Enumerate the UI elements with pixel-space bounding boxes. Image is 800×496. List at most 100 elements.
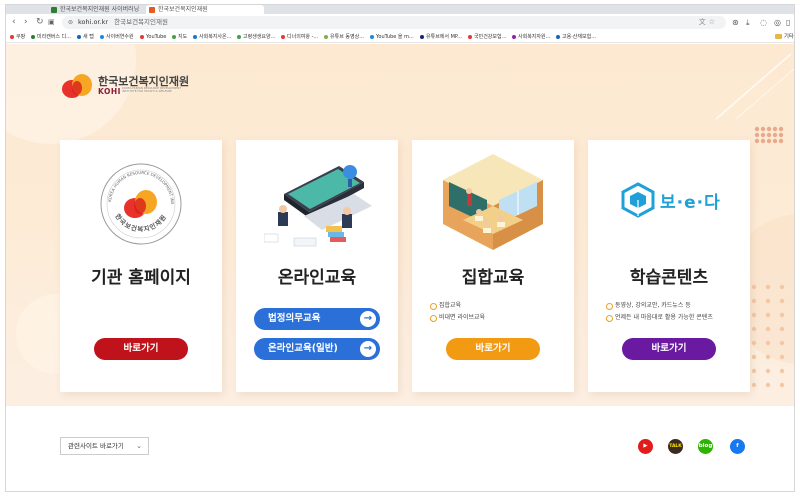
decorative-dot [751,284,757,290]
bookmark-favicon-icon [512,35,516,39]
kohi-logo[interactable]: 한국보건복지인재원 KOHI KOREA HUMAN RESOURCE DEVE… [60,71,200,101]
bookmark-item[interactable]: 사회복지사온... [193,32,231,42]
browser-window: 한국보건복지인재원 사이버러닝 한국보건복지인재원 ‹ › ↻ ▣ ⊜ kohi… [5,4,795,492]
bookmark-item[interactable]: 고용·산재보험... [556,32,596,42]
bookmark-item[interactable]: 미리캔버스 디... [31,32,71,42]
bookmark-favicon-icon [10,35,14,39]
bookmark-item[interactable]: 고령생생요양... [237,32,275,42]
decorative-dot [760,126,766,132]
bookmark-folder-other[interactable]: 기타 [774,32,794,42]
reload-icon[interactable]: ↻ [36,17,44,27]
decorative-dot [766,126,772,132]
decorative-dot [772,132,778,138]
blog-icon[interactable]: blog [698,439,713,454]
decorative-dot [779,312,785,318]
chat-icon[interactable]: ◌ [760,18,767,27]
bookmark-item[interactable]: YouTube [140,32,166,42]
list-item: 언제든 내 마음대로 활용 가능한 콘텐츠 [606,312,746,324]
decorative-dot [778,126,784,132]
bookmark-label: 고용·산재보험... [562,34,596,40]
facebook-icon[interactable]: f [730,439,745,454]
arrow-right-icon: → [360,311,376,327]
extensions-icon[interactable]: ⊛ [732,18,739,27]
decorative-dot [751,312,757,318]
decorative-dot [779,340,785,346]
decorative-dot [778,138,784,144]
bookmark-label: 미리캔버스 디... [37,34,71,40]
bo-e-da-cube-icon [621,182,655,218]
decorative-dot [751,354,757,360]
decorative-dot [778,132,784,138]
decorative-dot [779,382,785,388]
bookmark-label: 지도 [178,34,188,40]
download-icon[interactable]: ⤓ [746,18,750,27]
bookmark-item[interactable]: 새 탭 [77,32,94,42]
decorative-dot [779,298,785,304]
decorative-dot [779,326,785,332]
bookmark-favicon-icon [370,35,374,39]
hero-section: 한국보건복지인재원 KOHI KOREA HUMAN RESOURCE DEVE… [6,44,794,406]
bookmark-item[interactable]: 유튜브 동영상... [324,32,364,42]
kohi-seal-icon: KOREA HUMAN RESOURCE DEVELOPMENT INSTITU… [99,162,182,245]
sidebar-icon[interactable]: ▯ [786,18,790,27]
url-input[interactable]: ⊜ kohi.or.kr 한국보건복지인재원 文☆ [62,16,726,29]
decorative-dot [765,354,771,360]
decorative-dot [779,284,785,290]
decorative-lines [715,53,794,120]
related-sites-select[interactable]: 관련사이트 바로가기 ⌄ [60,437,149,455]
bookmark-item[interactable]: 사회복지자원... [512,32,550,42]
bookmark-item[interactable]: 쿠팡 [10,32,25,42]
bookmark-label: 사회복지사온... [199,34,232,40]
decorative-dot [754,138,760,144]
browser-tab-active[interactable]: 한국보건복지인재원 [146,5,264,14]
profile-icon[interactable]: ◎ [774,18,781,27]
group-go-button[interactable]: 바로가기 [446,338,540,360]
decorative-dot [765,382,771,388]
tab-label: 한국보건복지인재원 [158,6,208,13]
list-item: 비대면 라이브교육 [430,312,570,324]
site-info-icon[interactable]: ⊜ [68,16,73,29]
translate-bookmark-icons[interactable]: 文☆ [699,16,718,29]
bookmark-label: 새 탭 [83,34,94,40]
decorative-dot [754,126,760,132]
bookmark-item[interactable]: 유튜브에서 MP... [420,32,462,42]
back-icon[interactable]: ‹ [12,17,16,27]
related-sites-label: 관련사이트 바로가기 [68,442,124,450]
bookmarks-bar: 기타 쿠팡 미리캔버스 디... 새 탭 사이버연수원 YouTube 지도 사회복지사온.… [6,31,794,43]
logo-abbr: KOHI [98,87,121,96]
homepage-go-button[interactable]: 바로가기 [94,338,188,360]
card-title: 온라인교육 [277,268,357,288]
url-text: kohi.or.kr [78,18,109,26]
bookmark-favicon-icon [172,35,176,39]
forward-icon[interactable]: › [24,17,28,27]
bookmark-item[interactable]: 국민건강보험... [468,32,506,42]
bookmark-label: 사회복지자원... [518,34,551,40]
card-online: 온라인교육 법정의무교육 → 온라인교육(일반) → [236,140,398,392]
decorative-dot [766,138,772,144]
tab-favicon-icon [51,7,57,13]
bookmark-item[interactable]: YouTube 을 m... [370,32,414,42]
bookmark-label: 디너의여왕 -... [287,34,319,40]
decorative-dot [751,340,757,346]
bookmark-label: 국민건강보험... [474,34,507,40]
browser-tab[interactable]: 한국보건복지인재원 사이버러닝 [48,5,140,14]
group-bullet-list: 집합교육 비대면 라이브교육 [430,300,570,324]
kakao-talk-icon[interactable]: TALK [668,439,683,454]
bookmark-favicon-icon [193,35,197,39]
card-homepage: KOREA HUMAN RESOURCE DEVELOPMENT INSTITU… [60,140,222,392]
decorative-dot [751,326,757,332]
mandatory-education-button[interactable]: 법정의무교육 → [254,308,380,330]
online-general-button[interactable]: 온라인교육(일반) → [254,338,380,360]
bookmark-favicon-icon [420,35,424,39]
chevron-down-icon: ⌄ [136,442,142,450]
bookmark-item[interactable]: 사이버연수원 [100,32,134,42]
bookmark-favicon-icon [556,35,560,39]
tab-search-icon[interactable]: ▣ [48,17,55,27]
tab-strip: 한국보건복지인재원 사이버러닝 한국보건복지인재원 [6,5,794,14]
bookmark-item[interactable]: 지도 [172,32,187,42]
decorative-dot [765,284,771,290]
bookmark-item[interactable]: 디너의여왕 -... [281,32,318,42]
content-go-button[interactable]: 바로가기 [622,338,716,360]
decorative-dot [751,382,757,388]
youtube-icon[interactable]: ▶ [638,439,653,454]
